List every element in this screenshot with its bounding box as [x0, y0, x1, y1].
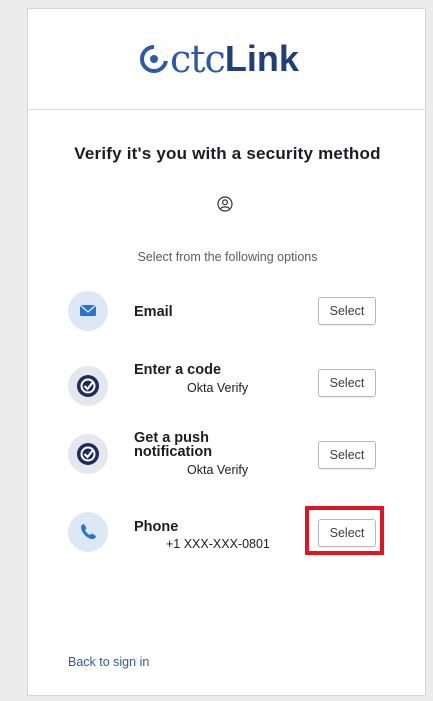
method-email: Email Select	[68, 291, 398, 333]
method-phone-label: Phone	[134, 519, 179, 535]
method-email-label: Email	[134, 304, 173, 320]
method-enter-code-label: Enter a code	[134, 362, 222, 378]
okta-verify-icon	[68, 366, 108, 406]
method-enter-code-sublabel: Okta Verify	[187, 381, 249, 395]
enter-code-select-button[interactable]: Select	[318, 369, 376, 397]
email-select-button[interactable]: Select	[318, 297, 376, 325]
page-title: Verify it's you with a security method	[74, 144, 381, 163]
header: ctc Link	[28, 9, 425, 110]
user-icon	[217, 196, 233, 212]
signin-card: ctc Link Verify it's you with a security …	[27, 8, 426, 696]
method-phone-sublabel: +1 XXX-XXX-0801	[166, 537, 270, 551]
ctclink-logo: ctc Link	[138, 39, 299, 79]
highlight-box	[305, 506, 384, 555]
method-enter-code: Enter a code Okta Verify Select	[68, 362, 398, 406]
push-select-button[interactable]: Select	[318, 441, 376, 469]
email-icon	[68, 291, 108, 331]
phone-icon	[68, 512, 108, 552]
method-push-label: Get a push notification	[134, 430, 213, 460]
method-push-notification: Get a push notification Okta Verify Sele…	[68, 431, 398, 479]
logo-link-text: Link	[224, 38, 299, 79]
okta-verify-icon	[68, 434, 108, 474]
options-subtitle: Select from the following options	[137, 250, 318, 264]
logo-ctc-text: ctc	[170, 37, 226, 81]
back-to-sign-in-link[interactable]: Back to sign in	[68, 655, 149, 669]
method-push-sublabel: Okta Verify	[187, 463, 249, 477]
ctclink-swirl-icon	[140, 45, 169, 73]
